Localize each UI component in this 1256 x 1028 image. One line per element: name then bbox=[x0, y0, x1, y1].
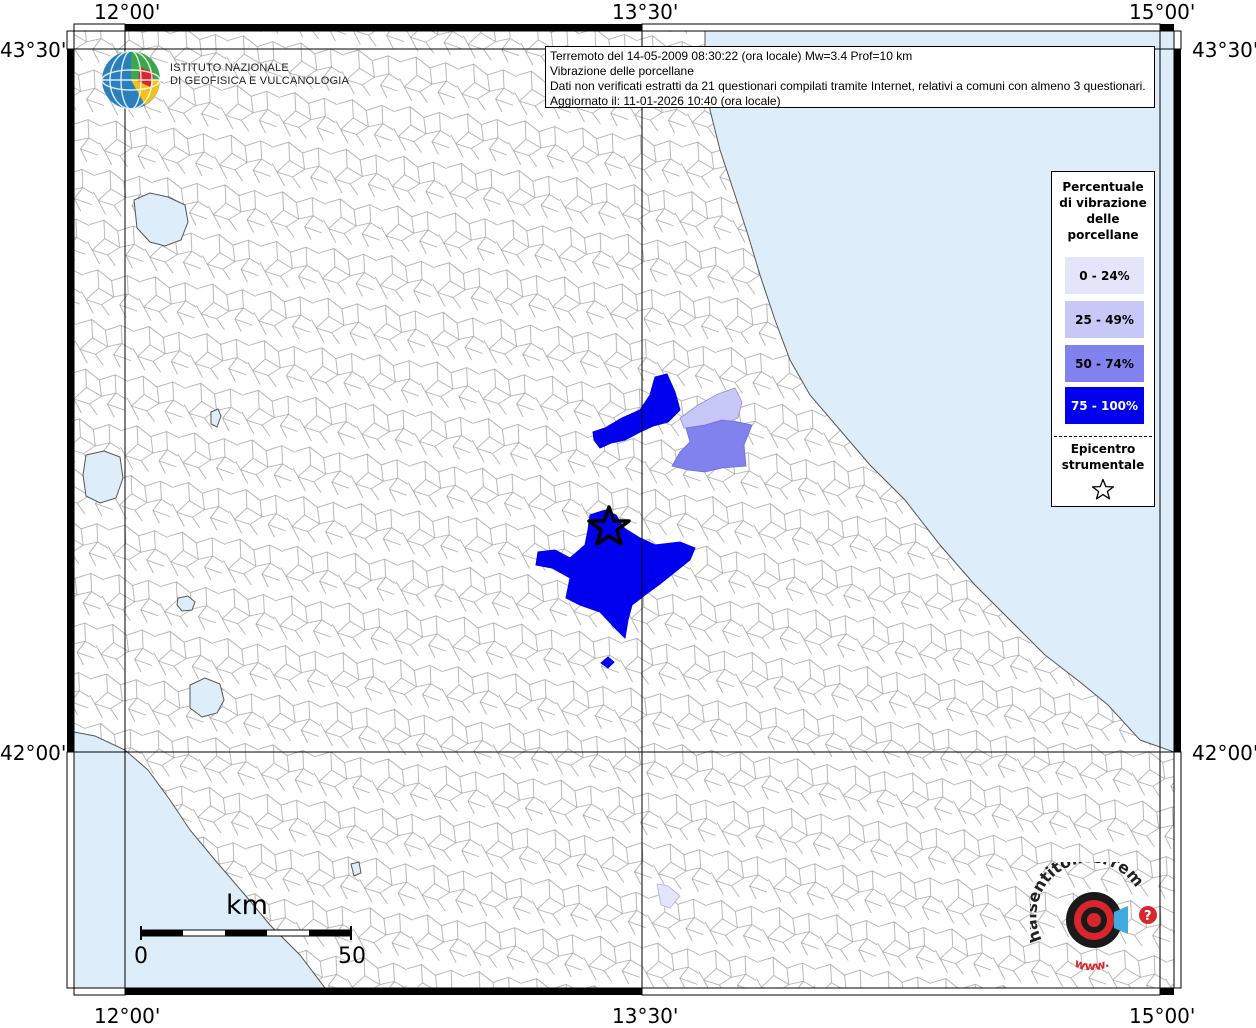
info-line-variable: Vibrazione delle porcellane bbox=[550, 64, 694, 78]
coord-bottom-lon-1: 12°00' bbox=[94, 1004, 161, 1028]
lake-bolsena bbox=[82, 450, 124, 504]
legend-class-0-24: 0 - 24% bbox=[1065, 257, 1144, 294]
coord-top-lon-1: 12°00' bbox=[94, 0, 161, 24]
info-line-event: Terremoto del 14-05-2009 08:30:22 (ora l… bbox=[550, 49, 913, 63]
legend-class-50-74: 50 - 74% bbox=[1065, 345, 1144, 382]
legend-class-25-49: 25 - 49% bbox=[1065, 301, 1144, 338]
scale-start-label: 0 bbox=[134, 944, 148, 969]
coord-right-lat-1: 43°30' bbox=[1192, 38, 1256, 62]
coord-bottom-lon-2: 13°30' bbox=[612, 1004, 679, 1028]
legend-separator bbox=[1054, 436, 1152, 437]
logo-site-suffix: ? bbox=[1144, 909, 1152, 924]
legend-epicenter-label: Epicentro strumentale bbox=[1061, 442, 1145, 472]
coord-left-lat-2: 42°00' bbox=[0, 741, 67, 765]
coord-top-lon-2: 13°30' bbox=[612, 0, 679, 24]
legend: Percentuale di vibrazione delle porcella… bbox=[1051, 171, 1155, 507]
scale-unit: km bbox=[226, 890, 268, 921]
earthquake-info-box: Terremoto del 14-05-2009 08:30:22 (ora l… bbox=[545, 46, 1155, 108]
haisentitoilterremoto-logo: haisentitoilterremoto.it www. ? bbox=[1030, 862, 1157, 974]
info-line-updated: Aggiornato il: 11-01-2026 10:40 (ora loc… bbox=[550, 94, 781, 108]
svg-text:www.: www. bbox=[1073, 956, 1111, 974]
scale-end-label: 50 bbox=[338, 944, 366, 969]
legend-class-75-100: 75 - 100% bbox=[1065, 387, 1144, 424]
coord-right-lat-2: 42°00' bbox=[1192, 741, 1256, 765]
legend-title: Percentuale di vibrazione delle porcella… bbox=[1059, 180, 1147, 242]
info-line-source: Dati non verificati estratti da 21 quest… bbox=[550, 79, 1146, 93]
coord-bottom-lon-3: 15°00' bbox=[1129, 1004, 1196, 1028]
star-outline-icon bbox=[1091, 478, 1115, 500]
coord-left-lat-1: 43°30' bbox=[0, 38, 67, 62]
ingv-globe-icon bbox=[101, 50, 161, 110]
logo-site-prefix: www. bbox=[1073, 956, 1111, 974]
ingv-logo-text: ISTITUTO NAZIONALE DI GEOFISICA E VULCAN… bbox=[170, 62, 349, 87]
coord-top-lon-3: 15°00' bbox=[1129, 0, 1196, 24]
